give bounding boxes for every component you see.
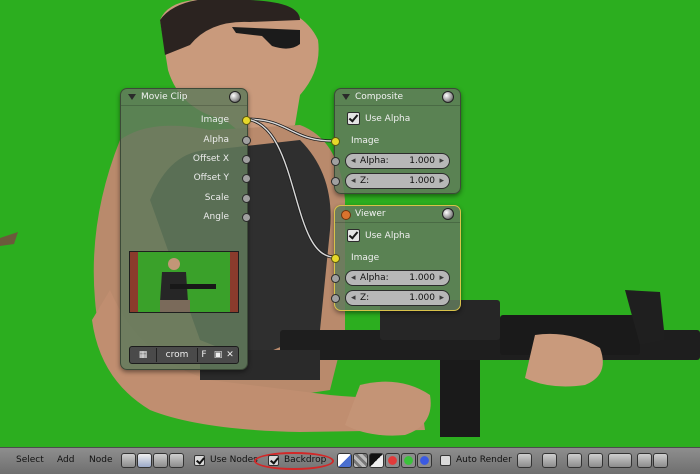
copy-nodes-icon[interactable] <box>567 453 582 468</box>
clip-name-field[interactable]: crom <box>156 348 198 362</box>
fake-user-toggle[interactable]: F <box>198 348 210 362</box>
backdrop-alpha-icon[interactable] <box>353 453 368 468</box>
snap-mode-dropdown-icon[interactable] <box>608 453 632 468</box>
node-title: Viewer <box>355 209 386 219</box>
viewer-node-header[interactable]: Viewer <box>335 206 460 223</box>
open-file-icon[interactable]: ▣ <box>212 348 224 362</box>
output-socket-offset-x[interactable] <box>242 155 251 164</box>
collapse-arrow-icon[interactable] <box>128 94 136 100</box>
menu-add[interactable]: Add <box>57 455 74 465</box>
input-socket-alpha[interactable] <box>331 157 340 166</box>
movie-clip-node-header[interactable]: Movie Clip <box>121 89 247 106</box>
output-label-offset-x: Offset X <box>192 154 229 164</box>
viewer-alpha-field[interactable]: ◂ Alpha: 1.000 ▸ <box>345 270 450 286</box>
decrement-icon[interactable]: ◂ <box>351 271 356 285</box>
input-label-image: Image <box>351 253 380 263</box>
checkbox-icon[interactable] <box>347 112 360 125</box>
input-socket-alpha[interactable] <box>331 274 340 283</box>
increment-icon[interactable]: ▸ <box>439 174 444 188</box>
input-socket-image[interactable] <box>331 254 340 263</box>
composite-z-field[interactable]: ◂ Z: 1.000 ▸ <box>345 173 450 189</box>
viewer-node[interactable]: Viewer Use Alpha Image ◂ Alpha: 1.000 ▸ … <box>331 205 461 311</box>
viewer-use-alpha-toggle[interactable]: Use Alpha <box>347 229 410 243</box>
composite-use-alpha-toggle[interactable]: Use Alpha <box>347 112 410 126</box>
input-label-image: Image <box>351 136 380 146</box>
output-label-alpha: Alpha <box>203 135 229 145</box>
backdrop-checkbox[interactable] <box>268 455 279 466</box>
decrement-icon[interactable]: ◂ <box>351 174 356 188</box>
node-title: Movie Clip <box>141 92 188 102</box>
node-options-icon[interactable] <box>442 208 454 220</box>
input-socket-z[interactable] <box>331 177 340 186</box>
output-socket-alpha[interactable] <box>242 136 251 145</box>
output-label-scale: Scale <box>204 193 229 203</box>
node-title: Composite <box>355 92 404 102</box>
decrement-icon[interactable]: ◂ <box>351 291 356 305</box>
paste-nodes-icon[interactable] <box>588 453 603 468</box>
shader-nodes-icon[interactable] <box>121 453 136 468</box>
input-socket-z[interactable] <box>331 294 340 303</box>
backdrop-rgba-icon[interactable] <box>337 453 352 468</box>
blue-channel-icon[interactable] <box>417 453 432 468</box>
input-socket-image[interactable] <box>331 137 340 146</box>
composite-node[interactable]: Composite Use Alpha Image ◂ Alpha: 1.000… <box>331 88 461 194</box>
backdrop-rgb-icon[interactable] <box>369 453 384 468</box>
green-channel-icon[interactable] <box>401 453 416 468</box>
view-all-icon[interactable] <box>637 453 652 468</box>
increment-icon[interactable]: ▸ <box>439 291 444 305</box>
viewer-z-field[interactable]: ◂ Z: 1.000 ▸ <box>345 290 450 306</box>
clip-browse-icon[interactable]: ▦ <box>132 348 154 362</box>
checkbox-icon[interactable] <box>347 229 360 242</box>
node-options-icon[interactable] <box>442 91 454 103</box>
auto-render-checkbox[interactable] <box>440 455 451 466</box>
output-socket-image[interactable] <box>242 116 251 125</box>
output-label-angle: Angle <box>203 212 229 222</box>
use-nodes-checkbox[interactable] <box>194 455 205 466</box>
viewer-active-icon <box>341 210 351 220</box>
render-layer-icon[interactable] <box>169 453 184 468</box>
menu-select[interactable]: Select <box>16 455 44 465</box>
red-channel-icon[interactable] <box>385 453 400 468</box>
use-alpha-label: Use Alpha <box>365 114 411 124</box>
use-alpha-label: Use Alpha <box>365 231 411 241</box>
collapse-arrow-icon[interactable] <box>342 94 350 100</box>
output-socket-scale[interactable] <box>242 194 251 203</box>
composite-node-header[interactable]: Composite <box>335 89 460 106</box>
clip-selector[interactable]: ▦ crom F ▣ ✕ <box>129 346 239 364</box>
use-nodes-label: Use Nodes <box>210 455 258 465</box>
output-socket-angle[interactable] <box>242 213 251 222</box>
backdrop-label: Backdrop <box>284 455 327 465</box>
node-editor-header: Select Add Node Use Nodes Backdrop Auto … <box>0 447 700 474</box>
auto-render-label: Auto Render <box>456 455 512 465</box>
node-editor-backdrop[interactable]: Movie Clip Image Alpha Offset X Offset Y… <box>0 0 700 447</box>
render-icon[interactable] <box>653 453 668 468</box>
increment-icon[interactable]: ▸ <box>439 271 444 285</box>
snap-icon[interactable] <box>517 453 532 468</box>
unlink-clip-icon[interactable]: ✕ <box>224 348 236 362</box>
composite-alpha-field[interactable]: ◂ Alpha: 1.000 ▸ <box>345 153 450 169</box>
increment-icon[interactable]: ▸ <box>439 154 444 168</box>
movie-clip-node[interactable]: Movie Clip Image Alpha Offset X Offset Y… <box>120 88 251 370</box>
output-label-image: Image <box>200 115 229 125</box>
node-options-icon[interactable] <box>229 91 241 103</box>
menu-node[interactable]: Node <box>89 455 113 465</box>
texture-nodes-icon[interactable] <box>153 453 168 468</box>
compositing-nodes-icon[interactable] <box>137 453 152 468</box>
output-label-offset-y: Offset Y <box>193 173 229 183</box>
output-socket-offset-y[interactable] <box>242 174 251 183</box>
node-tree-icon[interactable] <box>542 453 557 468</box>
clip-preview-thumbnail <box>129 251 239 313</box>
decrement-icon[interactable]: ◂ <box>351 154 356 168</box>
